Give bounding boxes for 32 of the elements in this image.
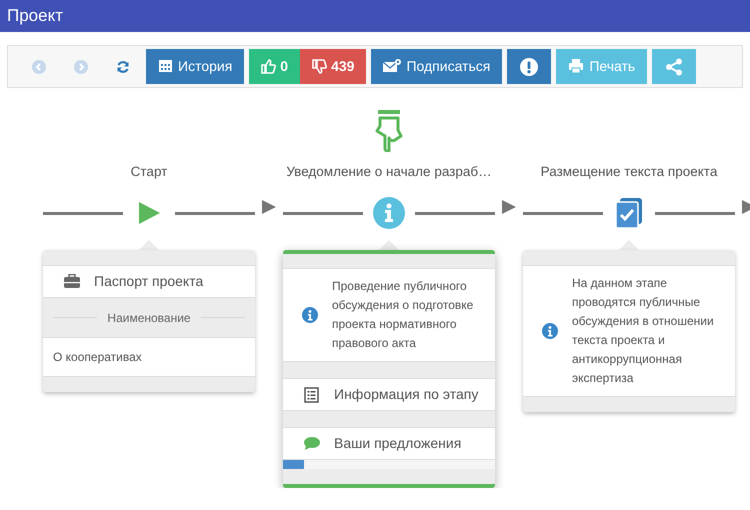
arrowhead-icon [502,200,516,214]
info-icon [302,307,318,323]
back-icon [32,60,46,74]
window-title: Проект [7,5,63,28]
play-icon [137,201,161,225]
like-button[interactable]: 0 [249,49,300,84]
printer-icon [568,58,584,76]
chat-bubble-icon [304,436,320,452]
stage-title: Размещение текста проекта [540,162,718,181]
briefcase-icon [64,274,80,290]
info-icon [542,323,558,339]
exclamation-icon [520,58,538,76]
stage-description: Проведение публичного обсуждения о подготовке проекта нормативного правового акта [332,278,474,352]
share-button[interactable] [652,49,696,84]
stage-description: На данном этапе проводятся публичные обсуждения в отношении текста проекта и антикоррупционная экспертиза [572,275,715,387]
thumbs-down-icon [312,59,328,74]
alert-button[interactable] [507,49,552,84]
list-icon [304,386,320,402]
field-value: О кооперативах [53,349,142,366]
subscribe-button[interactable]: Подписаться [371,49,502,84]
arrowhead-icon [262,200,276,214]
forward-icon [74,60,88,74]
share-icon [665,58,684,76]
stage-title: Уведомление о начале разраб… [286,162,492,181]
stage-title: Старт [130,162,168,181]
dislike-button[interactable]: 439 [300,49,366,84]
document-check-icon [615,198,643,228]
section-label: Наименование [107,310,191,326]
history-button[interactable]: История [146,49,244,84]
refresh-icon [116,60,130,74]
info-icon [373,197,405,229]
thumbs-up-icon [261,59,276,74]
